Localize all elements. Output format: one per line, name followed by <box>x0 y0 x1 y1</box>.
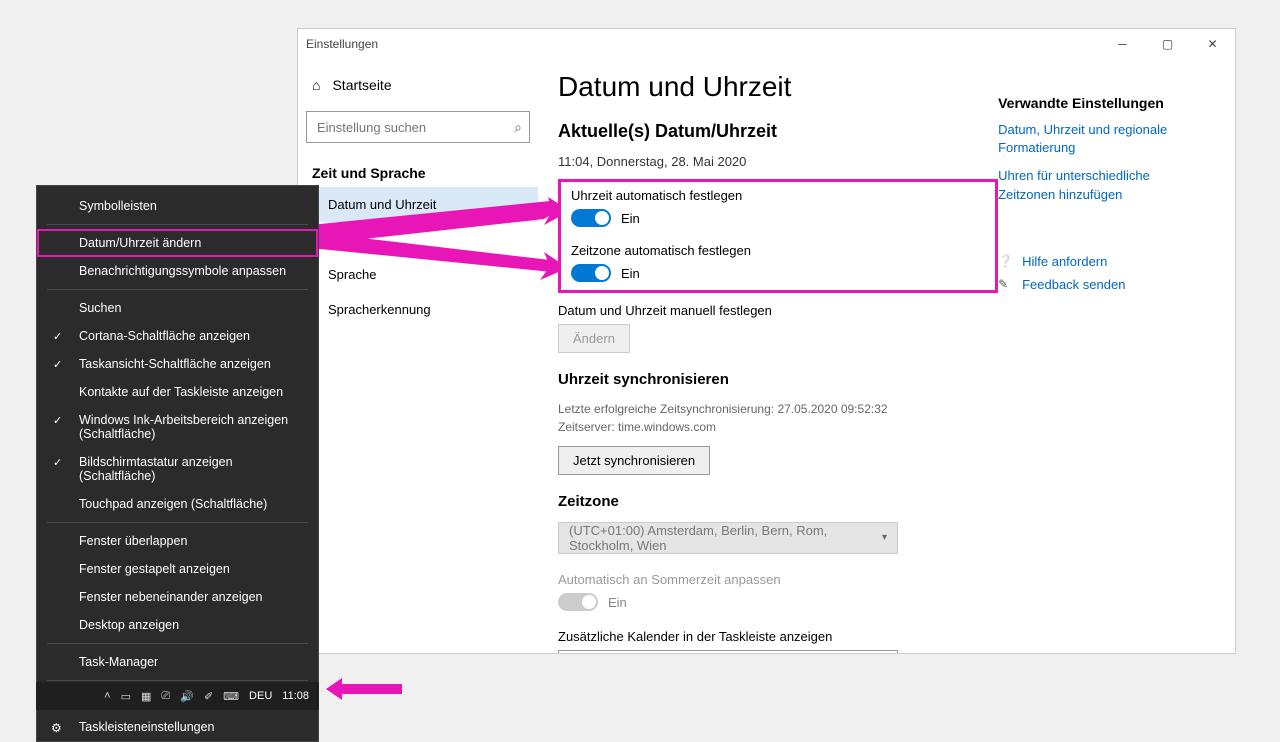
sidebar-item-language[interactable]: Sprache <box>298 257 538 292</box>
search-input[interactable] <box>306 111 530 143</box>
minimize-button[interactable]: ─ <box>1100 29 1145 59</box>
menu-separator <box>47 522 308 523</box>
tray-icon[interactable]: ▭ <box>121 690 131 703</box>
sidebar-item-speech[interactable]: Spracherkennung <box>298 292 538 327</box>
context-menu-item[interactable]: Kontakte auf der Taskleiste anzeigen <box>37 378 318 406</box>
auto-tz-state: Ein <box>621 266 640 281</box>
auto-time-toggle[interactable] <box>571 209 611 227</box>
dst-state: Ein <box>608 595 627 610</box>
taskbar-context-menu: Symbolleisten Datum/Uhrzeit ändernBenachr… <box>36 185 319 742</box>
keyboard-icon[interactable]: ⌨ <box>223 690 239 703</box>
context-menu-item[interactable]: Bildschirmtastatur anzeigen (Schaltfläch… <box>37 448 318 490</box>
dst-label: Automatisch an Sommerzeit anpassen <box>558 572 998 587</box>
page-title: Datum und Uhrzeit <box>558 71 998 103</box>
help-link[interactable]: Hilfe anfordern <box>1022 254 1107 269</box>
help-icon: ❔ <box>998 254 1012 268</box>
pen-icon[interactable]: ✐ <box>204 690 213 703</box>
volume-icon[interactable]: 🔊 <box>180 690 194 703</box>
check-icon: ✓ <box>53 414 62 427</box>
menu-separator <box>47 643 308 644</box>
menu-separator <box>47 289 308 290</box>
context-menu-item[interactable]: Desktop anzeigen <box>37 611 318 639</box>
additional-calendar-title: Zusätzliche Kalender in der Taskleiste a… <box>558 629 998 644</box>
feedback-icon: ✎ <box>998 277 1012 291</box>
current-datetime-label: Aktuelle(s) Datum/Uhrzeit <box>558 121 998 142</box>
context-menu-item[interactable]: Datum/Uhrzeit ändern <box>37 229 318 257</box>
home-icon: ⌂ <box>312 77 320 93</box>
current-datetime-value: 11:04, Donnerstag, 28. Mai 2020 <box>558 154 998 169</box>
maximize-button[interactable]: ▢ <box>1145 29 1190 59</box>
chevron-up-icon[interactable]: ˄ <box>104 690 110 702</box>
context-menu-item[interactable]: Fenster gestapelt anzeigen <box>37 555 318 583</box>
menu-separator <box>47 680 308 681</box>
feedback-link[interactable]: Feedback senden <box>1022 277 1125 292</box>
auto-time-label: Uhrzeit automatisch festlegen <box>571 188 985 203</box>
context-menu-item[interactable]: Taskansicht-Schaltfläche anzeigen✓ <box>37 350 318 378</box>
sync-info: Letzte erfolgreiche Zeitsynchronisierung… <box>558 400 998 436</box>
link-date-format[interactable]: Datum, Uhrzeit und regionale Formatierun… <box>998 121 1199 157</box>
sync-now-button[interactable]: Jetzt synchronisieren <box>558 446 710 475</box>
sidebar: ⌂ Startseite ⌕ Zeit und Sprache Datum un… <box>298 59 538 653</box>
auto-time-state: Ein <box>621 211 640 226</box>
context-menu-item[interactable]: Fenster nebeneinander anzeigen <box>37 583 318 611</box>
home-label: Startseite <box>332 77 391 93</box>
context-menu-item[interactable]: Task-Manager <box>37 648 318 676</box>
context-menu-item[interactable]: Symbolleisten <box>37 192 318 220</box>
search-box: ⌕ <box>306 111 530 143</box>
manual-set-label: Datum und Uhrzeit manuell festlegen <box>558 303 998 318</box>
menu-separator <box>47 224 308 225</box>
chevron-down-icon: ▾ <box>882 532 887 543</box>
link-add-clocks[interactable]: Uhren für unterschiedliche Zeitzonen hin… <box>998 167 1199 203</box>
sidebar-item-datetime[interactable]: Datum und Uhrzeit <box>298 187 538 222</box>
dst-toggle <box>558 593 598 611</box>
change-button: Ändern <box>558 324 630 353</box>
context-menu-item[interactable]: Taskleisteneinstellungen⚙ <box>37 713 318 741</box>
timezone-select: (UTC+01:00) Amsterdam, Berlin, Bern, Rom… <box>558 522 898 554</box>
additional-calendar-select[interactable]: Keine zusätzlichen Kalender anzeigen ▾ <box>558 650 898 653</box>
sidebar-item-region[interactable]: Region <box>298 222 538 257</box>
related-settings-title: Verwandte Einstellungen <box>998 95 1199 111</box>
auto-settings-highlight: Uhrzeit automatisch festlegen Ein Zeitzo… <box>558 179 998 293</box>
taskbar-language[interactable]: DEU <box>249 690 272 702</box>
display-icon[interactable]: ⎚ <box>161 690 170 703</box>
check-icon: ✓ <box>53 358 62 371</box>
auto-tz-toggle[interactable] <box>571 264 611 282</box>
sync-title: Uhrzeit synchronisieren <box>558 371 998 388</box>
check-icon: ✓ <box>53 456 62 469</box>
window-title: Einstellungen <box>306 37 378 51</box>
context-menu-item[interactable]: Benachrichtigungssymbole anpassen <box>37 257 318 285</box>
context-menu-item[interactable]: Fenster überlappen <box>37 527 318 555</box>
sidebar-group-title: Zeit und Sprache <box>298 153 538 187</box>
timezone-title: Zeitzone <box>558 493 998 510</box>
check-icon: ✓ <box>53 330 62 343</box>
context-menu-item[interactable]: Windows Ink-Arbeitsbereich anzeigen (Sch… <box>37 406 318 448</box>
context-menu-item[interactable]: Cortana-Schaltfläche anzeigen✓ <box>37 322 318 350</box>
taskbar-clock[interactable]: 11:08 <box>282 690 309 702</box>
context-menu-item[interactable]: Suchen <box>37 294 318 322</box>
annotation-arrow <box>326 676 406 711</box>
taskbar: ˄ ▭ ▦ ⎚ 🔊 ✐ ⌨ DEU 11:08 <box>36 682 319 710</box>
settings-window: Einstellungen ─ ▢ ✕ ⌂ Startseite ⌕ Zeit … <box>297 28 1236 654</box>
home-link[interactable]: ⌂ Startseite <box>298 69 538 101</box>
close-button[interactable]: ✕ <box>1190 29 1235 59</box>
battery-icon[interactable]: ▦ <box>141 690 151 703</box>
titlebar: Einstellungen ─ ▢ ✕ <box>298 29 1235 59</box>
gear-icon: ⚙ <box>51 721 62 735</box>
search-icon: ⌕ <box>514 119 522 136</box>
auto-tz-label: Zeitzone automatisch festlegen <box>571 243 985 258</box>
context-menu-item[interactable]: Touchpad anzeigen (Schaltfläche) <box>37 490 318 518</box>
